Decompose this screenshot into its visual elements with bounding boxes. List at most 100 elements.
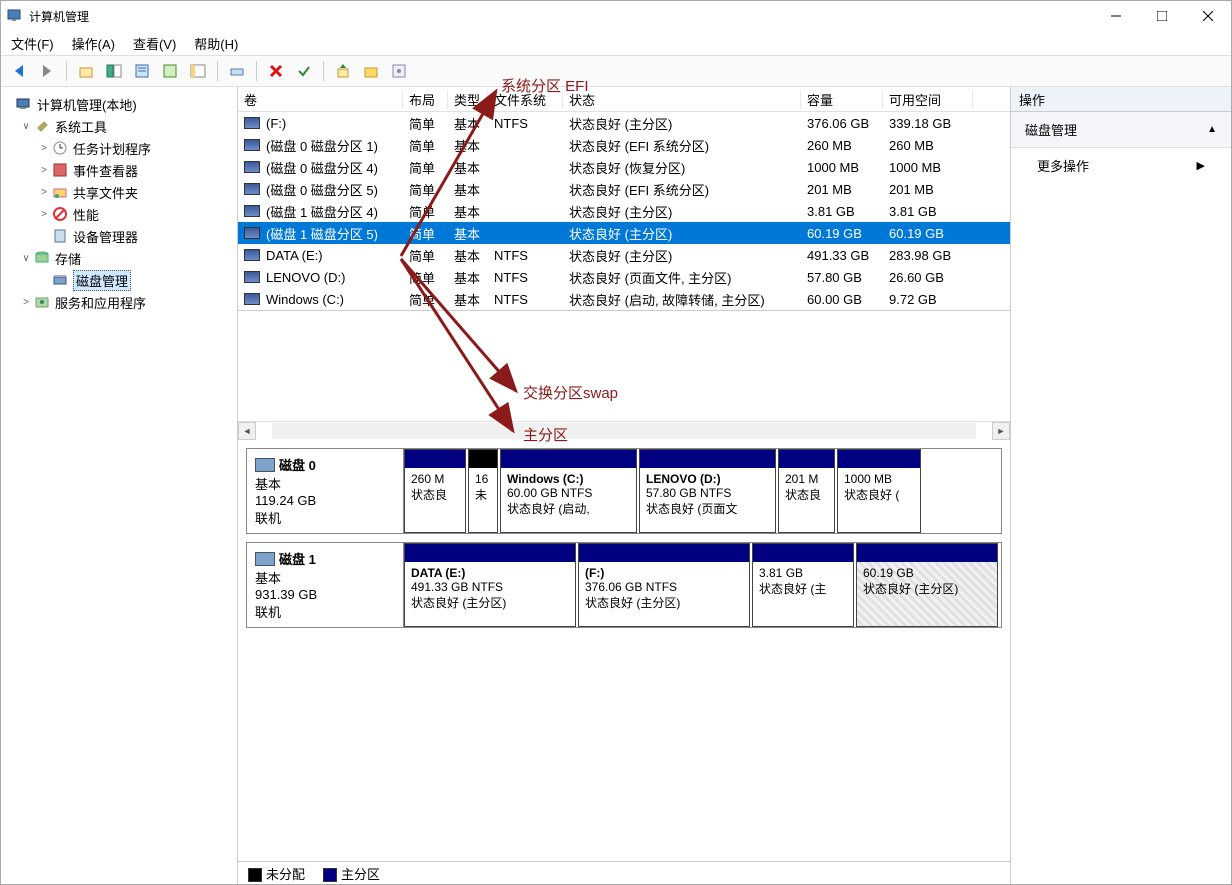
menubar: 文件(F) 操作(A) 查看(V) 帮助(H) [1, 31, 1231, 55]
tree-item[interactable]: >任务计划程序 [1, 137, 237, 159]
menu-view[interactable]: 查看(V) [133, 34, 176, 53]
col-layout[interactable]: 布局 [403, 90, 448, 109]
window-title: 计算机管理 [29, 8, 1093, 25]
partition[interactable]: 1000 MB状态良好 ( [837, 449, 921, 533]
cell-volume: (磁盘 1 磁盘分区 5) [266, 224, 378, 243]
cell: 状态良好 (EFI 系统分区) [563, 136, 801, 155]
delete-icon[interactable] [264, 59, 288, 83]
partition[interactable]: 16未 [468, 449, 498, 533]
col-volume[interactable]: 卷 [238, 90, 403, 109]
cell: 201 MB [801, 182, 883, 197]
cell: 283.98 GB [883, 248, 973, 263]
menu-help[interactable]: 帮助(H) [194, 34, 238, 53]
volume-icon [244, 271, 260, 283]
table-row[interactable]: (磁盘 0 磁盘分区 5)简单基本状态良好 (EFI 系统分区)201 MB20… [238, 178, 1010, 200]
table-row[interactable]: (磁盘 0 磁盘分区 4)简单基本状态良好 (恢复分区)1000 MB1000 … [238, 156, 1010, 178]
table-row[interactable]: (F:)简单基本NTFS状态良好 (主分区)376.06 GB339.18 GB [238, 112, 1010, 134]
col-type[interactable]: 类型 [448, 90, 488, 109]
partition[interactable]: DATA (E:)491.33 GB NTFS状态良好 (主分区) [404, 543, 576, 627]
tree-label: 计算机管理(本地) [37, 95, 137, 114]
partition-size: 201 M [785, 472, 828, 486]
partition[interactable]: (F:)376.06 GB NTFS状态良好 (主分区) [578, 543, 750, 627]
cell: NTFS [488, 248, 563, 263]
cell: 状态良好 (主分区) [563, 246, 801, 265]
cell: 57.80 GB [801, 270, 883, 285]
disk-info[interactable]: 磁盘 1基本931.39 GB联机 [247, 543, 404, 627]
disk-name: 磁盘 0 [279, 455, 316, 474]
settings-icon[interactable] [225, 59, 249, 83]
partition-stripe [579, 544, 749, 562]
volume-icon [244, 293, 260, 305]
export-icon[interactable] [331, 59, 355, 83]
up-icon[interactable] [74, 59, 98, 83]
partition[interactable]: 260 M状态良 [404, 449, 466, 533]
table-row[interactable]: LENOVO (D:)简单基本NTFS状态良好 (页面文件, 主分区)57.80… [238, 266, 1010, 288]
properties-button[interactable] [130, 59, 154, 83]
col-capacity[interactable]: 容量 [801, 90, 883, 109]
partition-stripe [640, 450, 775, 468]
check-icon[interactable] [292, 59, 316, 83]
navigation-tree[interactable]: 计算机管理(本地)∨系统工具>任务计划程序>事件查看器>共享文件夹>性能设备管理… [1, 87, 238, 884]
minimize-button[interactable] [1093, 1, 1139, 31]
back-button[interactable] [7, 59, 31, 83]
close-button[interactable] [1185, 1, 1231, 31]
disk-status: 联机 [255, 602, 395, 621]
tree-item[interactable]: 计算机管理(本地) [1, 93, 237, 115]
tree-item[interactable]: >共享文件夹 [1, 181, 237, 203]
folder-icon[interactable] [359, 59, 383, 83]
show-hide-tree-button[interactable] [102, 59, 126, 83]
tree-item[interactable]: ∨存储 [1, 247, 237, 269]
tree-label: 事件查看器 [73, 161, 138, 180]
col-status[interactable]: 状态 [563, 90, 801, 109]
horizontal-scrollbar[interactable]: ◄ ► [238, 421, 1010, 440]
partition[interactable]: 3.81 GB状态良好 (主 [752, 543, 854, 627]
partition[interactable]: 60.19 GB状态良好 (主分区) [856, 543, 998, 627]
list-view-button[interactable] [186, 59, 210, 83]
actions-more[interactable]: 更多操作 ▶ [1011, 148, 1231, 183]
menu-action[interactable]: 操作(A) [72, 34, 115, 53]
partition-size: 60.19 GB [863, 566, 991, 580]
partition-name: (F:) [585, 566, 743, 580]
table-row[interactable]: DATA (E:)简单基本NTFS状态良好 (主分区)491.33 GB283.… [238, 244, 1010, 266]
volume-icon [244, 227, 260, 239]
tree-item[interactable]: >性能 [1, 203, 237, 225]
options-icon[interactable] [387, 59, 411, 83]
cell: 简单 [403, 268, 448, 287]
table-row[interactable]: (磁盘 1 磁盘分区 5)简单基本状态良好 (主分区)60.19 GB60.19… [238, 222, 1010, 244]
col-free[interactable]: 可用空间 [883, 90, 973, 109]
tree-item[interactable]: 设备管理器 [1, 225, 237, 247]
tree-item[interactable]: >事件查看器 [1, 159, 237, 181]
table-row[interactable]: (磁盘 0 磁盘分区 1)简单基本状态良好 (EFI 系统分区)260 MB26… [238, 134, 1010, 156]
scroll-right-icon[interactable]: ► [992, 422, 1010, 440]
collapse-icon[interactable]: ▲ [1207, 124, 1217, 135]
partition[interactable]: Windows (C:)60.00 GB NTFS状态良好 (启动, [500, 449, 637, 533]
table-row[interactable]: (磁盘 1 磁盘分区 4)简单基本状态良好 (主分区)3.81 GB3.81 G… [238, 200, 1010, 222]
partition-status: 状态良好 (主 [759, 580, 847, 597]
volume-icon [244, 117, 260, 129]
scroll-track[interactable] [272, 423, 976, 439]
tree-item[interactable]: ∨系统工具 [1, 115, 237, 137]
forward-button[interactable] [35, 59, 59, 83]
cell: 60.19 GB [883, 226, 973, 241]
disk-row: 磁盘 0基本119.24 GB联机260 M状态良16未Windows (C:)… [246, 448, 1002, 534]
partition[interactable]: 201 M状态良 [778, 449, 835, 533]
cell: 简单 [403, 224, 448, 243]
actions-section[interactable]: 磁盘管理 ▲ [1011, 112, 1231, 148]
perf-icon [51, 206, 69, 222]
cell: NTFS [488, 270, 563, 285]
partition[interactable]: LENOVO (D:)57.80 GB NTFS状态良好 (页面文 [639, 449, 776, 533]
disk-info[interactable]: 磁盘 0基本119.24 GB联机 [247, 449, 404, 533]
tree-item[interactable]: >服务和应用程序 [1, 291, 237, 313]
menu-file[interactable]: 文件(F) [11, 34, 54, 53]
disk-row: 磁盘 1基本931.39 GB联机DATA (E:)491.33 GB NTFS… [246, 542, 1002, 628]
scroll-left-icon[interactable]: ◄ [238, 422, 256, 440]
tree-label: 磁盘管理 [73, 270, 131, 291]
partition-status: 状态良好 (主分区) [585, 594, 743, 611]
disk-type: 基本 [255, 568, 395, 587]
partition-stripe [838, 450, 920, 468]
tree-item[interactable]: 磁盘管理 [1, 269, 237, 291]
table-row[interactable]: Windows (C:)简单基本NTFS状态良好 (启动, 故障转储, 主分区)… [238, 288, 1010, 310]
maximize-button[interactable] [1139, 1, 1185, 31]
cell: 简单 [403, 180, 448, 199]
refresh-button[interactable] [158, 59, 182, 83]
